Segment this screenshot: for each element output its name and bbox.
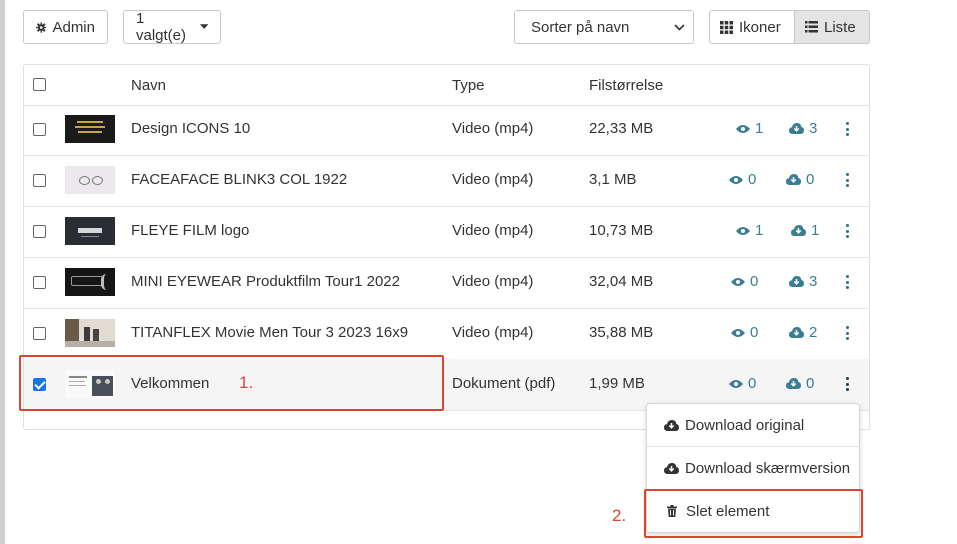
caret-down-icon [199, 24, 208, 29]
eye-icon [729, 379, 743, 388]
file-type: Video (mp4) [452, 171, 534, 188]
downloads-count: 0 [786, 171, 814, 188]
download-original-item[interactable]: Download original [647, 404, 859, 446]
row-checkbox[interactable] [33, 276, 46, 289]
views-count: 0 [731, 324, 758, 341]
row-checkbox[interactable] [33, 123, 46, 136]
eye-icon [731, 328, 745, 337]
file-type: Video (mp4) [452, 273, 534, 290]
row-checkbox[interactable] [33, 225, 46, 238]
eye-icon [736, 124, 750, 133]
table-row[interactable]: FACEAFACE BLINK3 COL 1922 Video (mp4) 3,… [24, 155, 869, 207]
cloud-download-icon [789, 276, 804, 287]
table-row[interactable]: TITANFLEX Movie Men Tour 3 2023 16x9 Vid… [24, 308, 869, 360]
row-menu-button[interactable] [846, 122, 850, 136]
annotation-box-step1 [19, 355, 444, 411]
eye-icon [736, 226, 750, 235]
admin-label: Admin [52, 18, 95, 36]
views-count: 1 [736, 120, 763, 137]
file-size: 32,04 MB [589, 273, 654, 290]
admin-button[interactable]: Admin [23, 10, 108, 44]
sort-select[interactable]: Sorter på navn [514, 10, 694, 44]
thumbnail [65, 166, 115, 194]
header-size: Filstørrelse [589, 77, 664, 94]
file-size: 3,1 MB [589, 171, 637, 188]
annotation-step1: 1. [239, 373, 254, 392]
file-name[interactable]: MINI EYEWEAR Produktfilm Tour1 2022 [131, 273, 400, 290]
file-type: Dokument (pdf) [452, 375, 556, 392]
row-menu-button[interactable] [846, 173, 850, 187]
downloads-count: 0 [786, 375, 814, 392]
row-menu-button[interactable] [846, 275, 850, 289]
downloads-count: 1 [791, 222, 819, 239]
view-icons-button[interactable]: Ikoner [709, 10, 795, 44]
download-screen-version-item[interactable]: Download skærmversion [647, 447, 859, 489]
thumbnail [65, 115, 115, 143]
view-icons-label: Ikoner [739, 18, 781, 36]
row-menu-button[interactable] [846, 224, 850, 238]
sort-select-value: Sorter på navn [531, 18, 630, 36]
gear-icon [36, 21, 47, 33]
row-menu-button[interactable] [846, 377, 850, 391]
file-type: Video (mp4) [452, 324, 534, 341]
table-header: Navn Type Filstørrelse [24, 65, 869, 106]
table-row[interactable]: Design ICONS 10 Video (mp4) 22,33 MB 1 3 [24, 104, 869, 156]
row-checkbox[interactable] [33, 174, 46, 187]
views-count: 1 [736, 222, 763, 239]
annotation-box-step2 [644, 489, 863, 538]
cloud-download-icon [786, 378, 801, 389]
select-all-checkbox[interactable] [33, 78, 46, 91]
views-count: 0 [731, 273, 758, 290]
header-name: Navn [131, 77, 167, 94]
cloud-download-icon [664, 462, 679, 474]
left-edge-bar [0, 0, 5, 544]
eye-icon [729, 175, 743, 184]
file-size: 22,33 MB [589, 120, 654, 137]
file-size: 1,99 MB [589, 375, 645, 392]
table-row[interactable]: MINI EYEWEAR Produktfilm Tour1 2022 Vide… [24, 257, 869, 309]
cloud-download-icon [791, 225, 806, 236]
row-menu-button[interactable] [846, 326, 850, 340]
file-name[interactable]: FACEAFACE BLINK3 COL 1922 [131, 171, 347, 188]
cloud-download-icon [786, 174, 801, 185]
file-type: Video (mp4) [452, 222, 534, 239]
table-row[interactable]: FLEYE FILM logo Video (mp4) 10,73 MB 1 1 [24, 206, 869, 258]
view-list-button[interactable]: Liste [795, 10, 870, 44]
header-type: Type [452, 77, 485, 94]
file-name[interactable]: TITANFLEX Movie Men Tour 3 2023 16x9 [131, 324, 408, 341]
cloud-download-icon [789, 327, 804, 338]
chevron-down-icon [674, 23, 685, 31]
file-name[interactable]: Design ICONS 10 [131, 120, 250, 137]
grid-icon [720, 20, 733, 34]
thumbnail [65, 319, 115, 347]
cloud-download-icon [664, 419, 679, 431]
selected-count-label: 1 valgt(e) [136, 10, 187, 44]
file-name[interactable]: FLEYE FILM logo [131, 222, 249, 239]
downloads-count: 3 [789, 273, 817, 290]
view-list-label: Liste [824, 18, 856, 36]
file-type: Video (mp4) [452, 120, 534, 137]
file-size: 10,73 MB [589, 222, 654, 239]
thumbnail [65, 217, 115, 245]
eye-icon [731, 277, 745, 286]
list-icon [805, 21, 818, 33]
file-size: 35,88 MB [589, 324, 654, 341]
views-count: 0 [729, 171, 756, 188]
downloads-count: 3 [789, 120, 817, 137]
selected-count-dropdown[interactable]: 1 valgt(e) [123, 10, 221, 44]
view-toggle-group: Ikoner Liste [709, 10, 870, 44]
cloud-download-icon [789, 123, 804, 134]
downloads-count: 2 [789, 324, 817, 341]
row-checkbox[interactable] [33, 327, 46, 340]
annotation-step2: 2. [612, 506, 627, 525]
thumbnail [65, 268, 115, 296]
views-count: 0 [729, 375, 756, 392]
